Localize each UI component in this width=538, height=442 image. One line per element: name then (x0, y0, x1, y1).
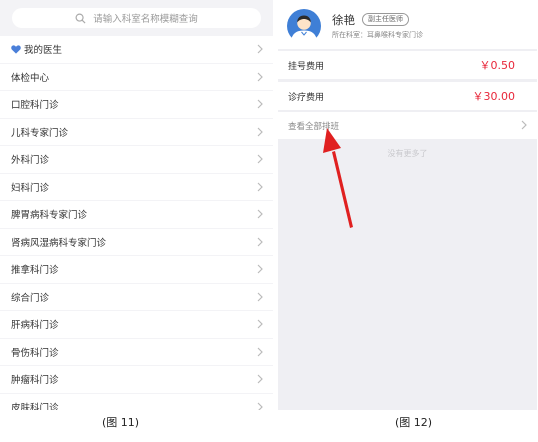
doctor-detail-screen: 徐艳 副主任医师 所在科室：耳鼻喉科专家门诊 挂号费用 ￥0.50 诊疗费用 ￥… (278, 0, 537, 410)
list-item-label: 皮肤科门诊 (11, 402, 59, 410)
list-item-label: 肾病风湿病科专家门诊 (11, 237, 107, 249)
list-item[interactable]: 骨伤科门诊 (0, 338, 273, 365)
list-item[interactable]: 肾病风湿病科专家门诊 (0, 228, 273, 255)
list-item[interactable]: 口腔科门诊 (0, 91, 273, 118)
list-item[interactable]: 皮肤科门诊 (0, 393, 273, 410)
chevron-right-icon (257, 99, 263, 109)
list-item-label: 我的医生 (24, 45, 63, 57)
list-item[interactable]: 儿科专家门诊 (0, 118, 273, 145)
chevron-right-icon (257, 374, 263, 384)
list-item-label: 脾胃病科专家门诊 (11, 210, 88, 222)
list-item-label: 口腔科门诊 (11, 100, 59, 112)
chevron-right-icon (257, 44, 263, 54)
chevron-right-icon (257, 264, 263, 274)
chevron-right-icon (257, 319, 263, 329)
list-item-label: 外科门诊 (11, 155, 50, 167)
search-input[interactable]: 请输入科室名称模糊查询 (12, 8, 261, 28)
list-item[interactable]: 脾胃病科专家门诊 (0, 201, 273, 228)
list-item-label: 体检中心 (11, 72, 50, 84)
department-list: 我的医生 体检中心 口腔科门诊 儿科专家门诊 外科门诊 妇科门诊 脾胃病科专家门… (0, 36, 273, 410)
red-arrow-annotation (323, 128, 353, 228)
list-item[interactable]: 综合门诊 (0, 283, 273, 310)
list-item-label: 综合门诊 (11, 292, 50, 304)
list-item[interactable]: 肿瘤科门诊 (0, 366, 273, 393)
chevron-right-icon (257, 154, 263, 164)
chevron-right-icon (257, 402, 263, 410)
chevron-right-icon (257, 127, 263, 136)
search-icon (75, 13, 86, 24)
chevron-right-icon (257, 237, 263, 246)
list-item[interactable]: 外科门诊 (0, 146, 273, 173)
list-item[interactable]: 肝病科门诊 (0, 311, 273, 338)
search-placeholder: 请输入科室名称模糊查询 (93, 14, 198, 25)
list-item[interactable]: 妇科门诊 (0, 173, 273, 200)
list-item-label: 儿科专家门诊 (11, 127, 69, 139)
list-item-label: 肿瘤科门诊 (11, 375, 59, 387)
list-item-label: 妇科门诊 (11, 182, 50, 194)
list-item-label: 肝病科门诊 (11, 320, 59, 332)
search-bar: 请输入科室名称模糊查询 (0, 0, 273, 36)
chevron-right-icon (257, 209, 263, 219)
list-item-label: 骨伤科门诊 (11, 347, 59, 359)
heart-icon (11, 45, 21, 54)
department-list-screen: 请输入科室名称模糊查询 我的医生 体检中心 口腔科门诊 儿科专家门诊 外科门诊 (0, 0, 273, 410)
list-item[interactable]: 推拿科门诊 (0, 256, 273, 283)
list-item-my-doctor[interactable]: 我的医生 (0, 36, 273, 63)
list-item-label: 推拿科门诊 (11, 265, 59, 277)
list-item[interactable]: 体检中心 (0, 63, 273, 90)
chevron-right-icon (257, 292, 263, 301)
caption-left: (图 11) (102, 416, 140, 429)
caption-right: (图 12) (395, 416, 433, 429)
chevron-right-icon (257, 72, 263, 81)
chevron-right-icon (257, 182, 263, 191)
chevron-right-icon (257, 347, 263, 356)
